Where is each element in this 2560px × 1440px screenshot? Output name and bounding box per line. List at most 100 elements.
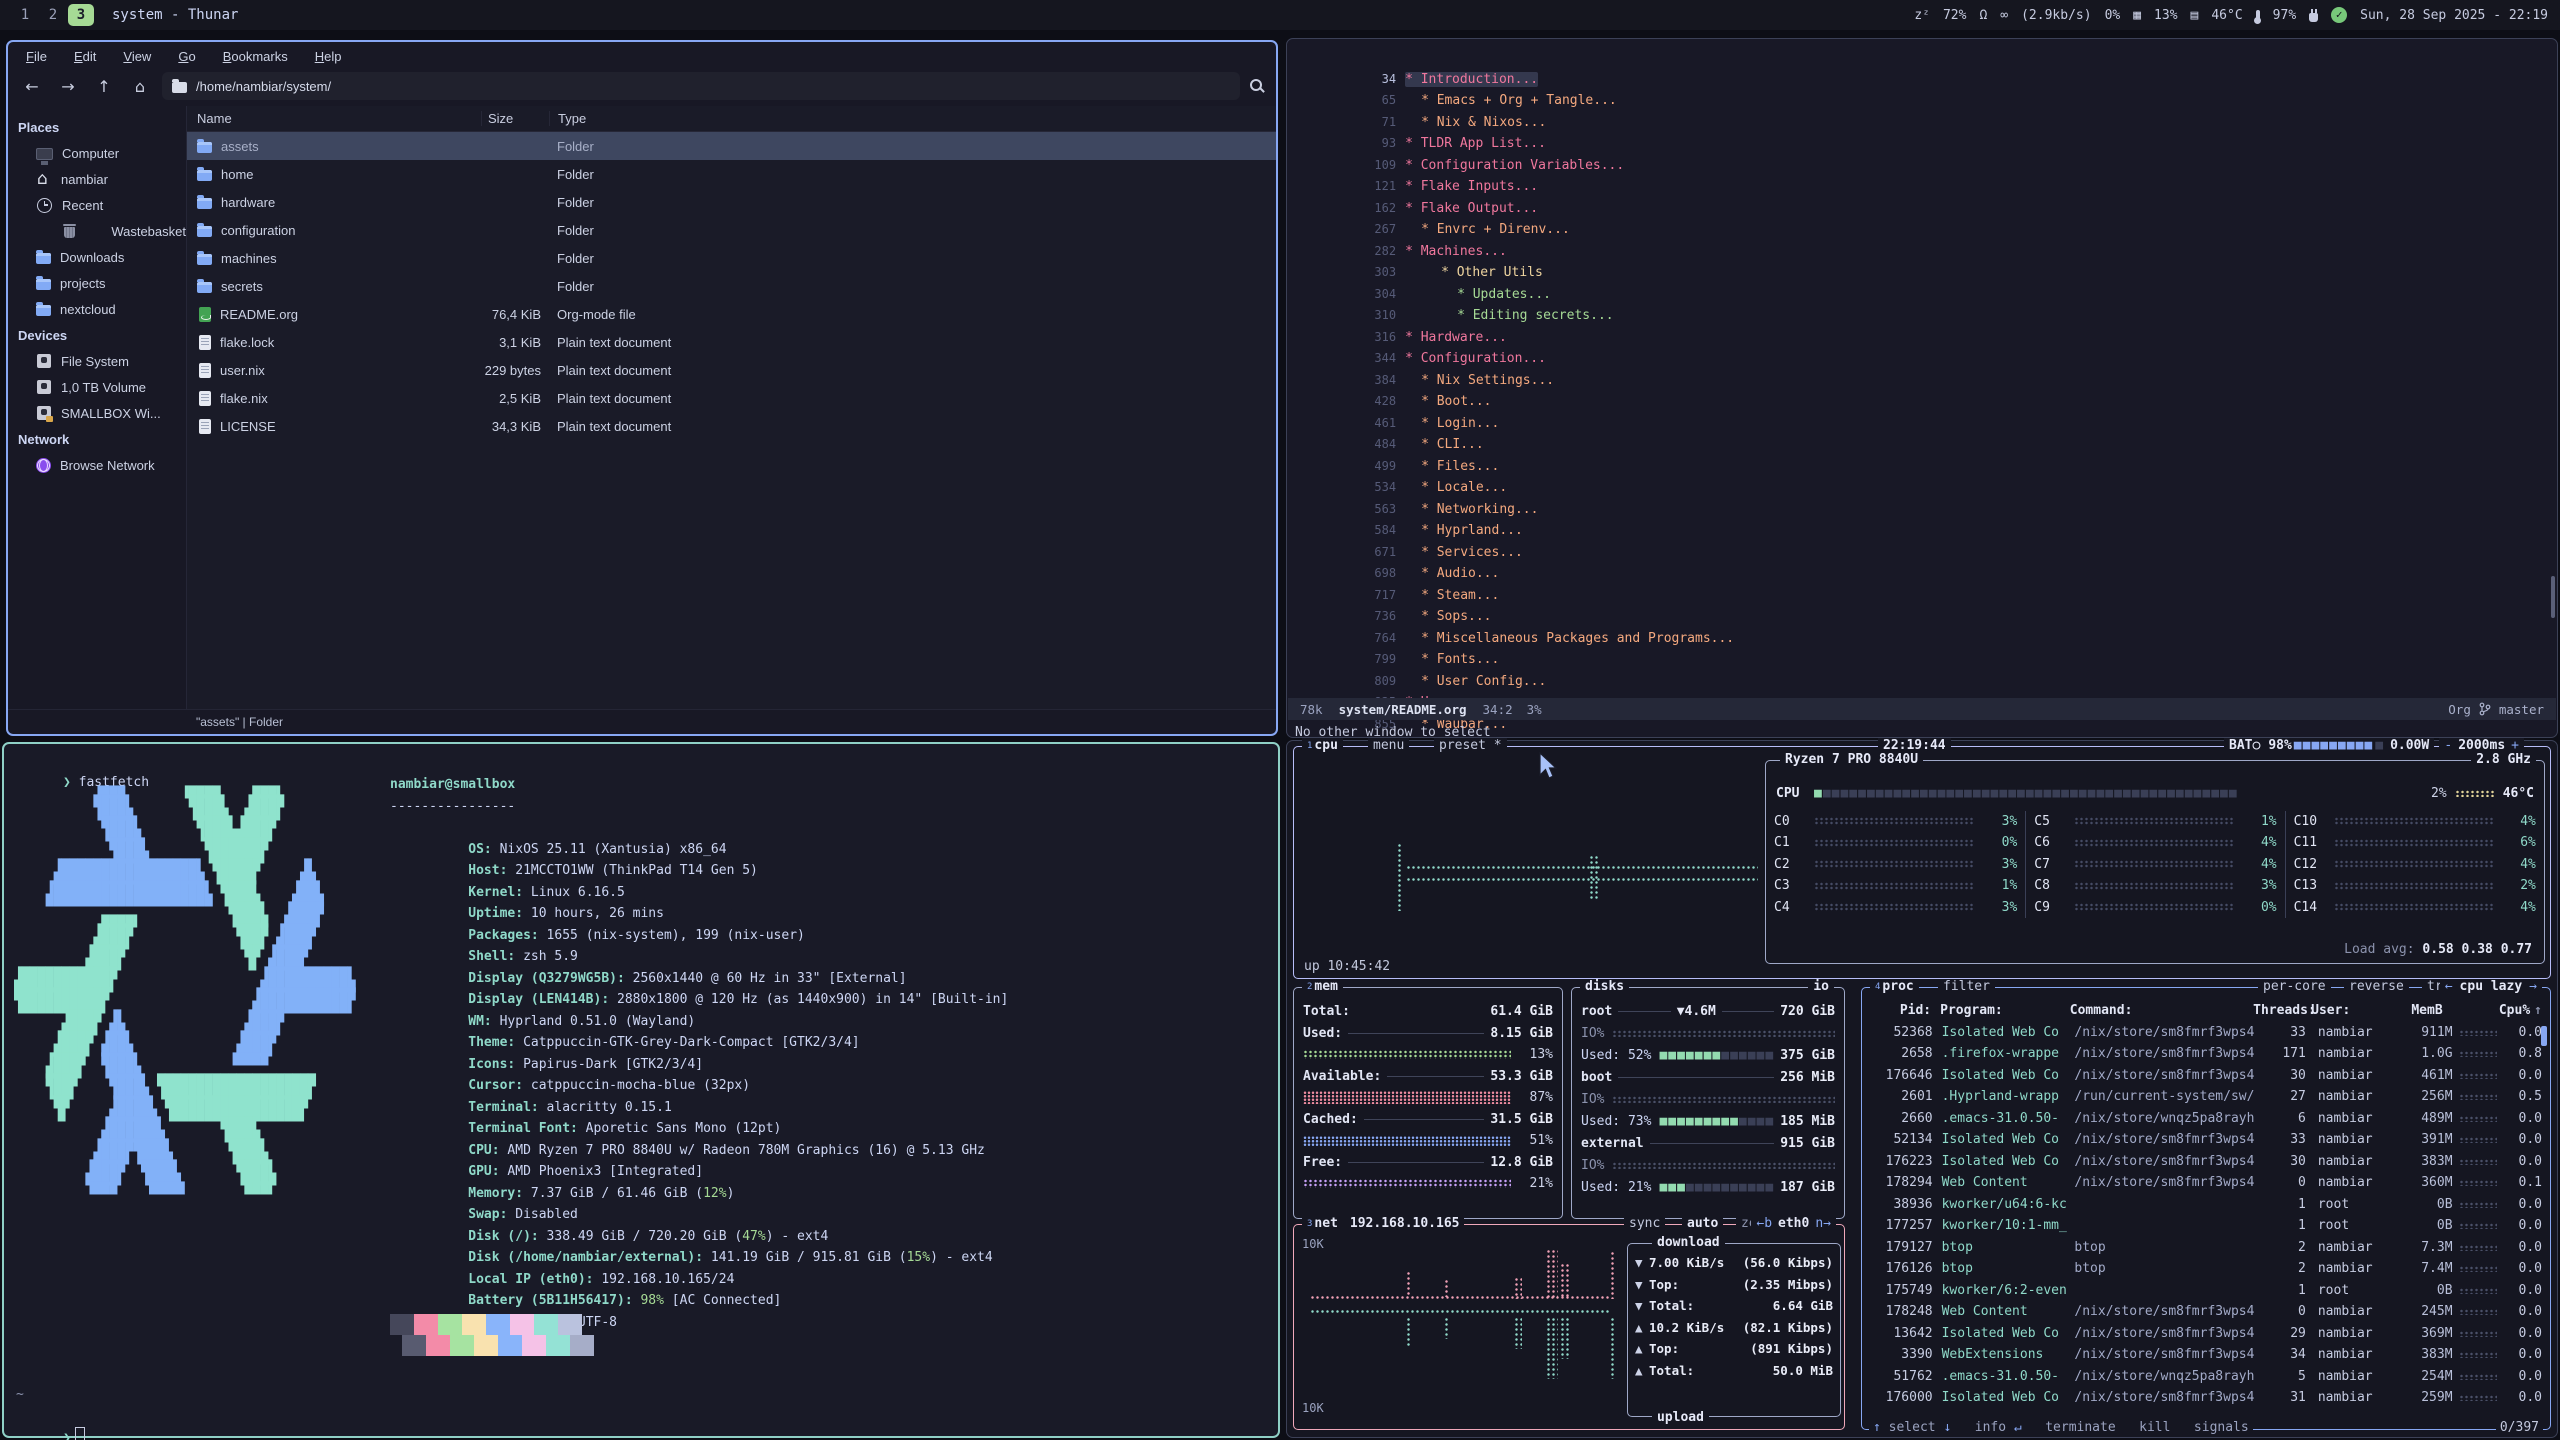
up-button[interactable]: ↑ xyxy=(90,77,118,96)
net-interface-switch[interactable]: ←beth0n→ xyxy=(1751,1216,1836,1231)
file-row[interactable]: README.org 76,4 KiB Org-mode file xyxy=(187,300,1276,328)
sidebar-item-label: Wastebasket xyxy=(111,224,186,239)
file-row[interactable]: LICENSE 34,3 KiB Plain text document xyxy=(187,412,1276,440)
proc-row[interactable]: 51762 .emacs-31.0.50- /nix/store/wnqz5pa… xyxy=(1862,1366,2550,1388)
back-button[interactable]: ← xyxy=(18,77,46,96)
sort-selector[interactable]: ←cpu lazy→ xyxy=(2440,979,2542,994)
mem-tab[interactable]: 2mem xyxy=(1302,979,1343,994)
sidebar-item[interactable]: nextcloud xyxy=(8,296,186,322)
location-bar[interactable]: /home/nambiar/system/ xyxy=(162,72,1240,100)
proc-row[interactable]: 176646 Isolated Web Co /nix/store/sm8fmr… xyxy=(1862,1065,2550,1087)
sidebar-item[interactable]: Devices xyxy=(8,322,186,348)
line-number: 93 xyxy=(1368,133,1396,155)
focused-window-title: system - Thunar xyxy=(112,7,238,23)
file-row[interactable]: assets Folder xyxy=(187,132,1276,160)
file-row[interactable]: configuration Folder xyxy=(187,216,1276,244)
scroll-up-arrow[interactable]: ↑ xyxy=(2534,1003,2542,1018)
update-interval[interactable]: -2000ms+ xyxy=(2439,738,2524,753)
sidebar-item[interactable]: Recent xyxy=(8,192,186,218)
proc-row[interactable]: 2658 .firefox-wrappe /nix/store/sm8fmrf3… xyxy=(1862,1043,2550,1065)
proc-row[interactable]: 13642 Isolated Web Co /nix/store/sm8fmrf… xyxy=(1862,1323,2550,1345)
proc-row[interactable]: 178294 Web Content /nix/store/sm8fmrf3wp… xyxy=(1862,1172,2550,1194)
sidebar-item[interactable]: 1,0 TB Volume xyxy=(8,374,186,400)
sidebar-item[interactable]: Computer xyxy=(8,140,186,166)
proc-scrollbar-thumb[interactable] xyxy=(2541,1026,2547,1046)
proc-row[interactable]: 2660 .emacs-31.0.50- /nix/store/wnqz5pa8… xyxy=(1862,1108,2550,1130)
home-button[interactable]: ⌂ xyxy=(126,77,154,96)
file-row[interactable]: secrets Folder xyxy=(187,272,1276,300)
column-type[interactable]: Type xyxy=(549,111,1276,126)
menu-item[interactable]: Edit xyxy=(74,49,96,64)
cpu-frequency: 2.8 GHz xyxy=(2471,752,2536,767)
proc-row[interactable]: 52134 Isolated Web Co /nix/store/sm8fmrf… xyxy=(1862,1129,2550,1151)
menu-item[interactable]: Help xyxy=(315,49,342,64)
proc-row[interactable]: 179127 btop btop 2 nambiar 7.3M 0.0 xyxy=(1862,1237,2550,1259)
cwd-line: ~ xyxy=(16,1384,24,1406)
idle-inhibit-icon[interactable]: zᶻ xyxy=(1914,8,1930,23)
menu-item[interactable]: File xyxy=(26,49,47,64)
line-number: 282 xyxy=(1368,241,1396,263)
proc-row[interactable]: 178248 Web Content /nix/store/sm8fmrf3wp… xyxy=(1862,1301,2550,1323)
sidebar-item[interactable]: nambiar xyxy=(8,166,186,192)
workspace-1[interactable]: 1 xyxy=(12,4,38,26)
proc-row[interactable]: 176126 btop btop 2 nambiar 7.4M 0.0 xyxy=(1862,1258,2550,1280)
file-row[interactable]: flake.nix 2,5 KiB Plain text document xyxy=(187,384,1276,412)
sidebar-item[interactable]: Downloads xyxy=(8,244,186,270)
menu-tab[interactable]: menu xyxy=(1368,738,1409,753)
sidebar-item[interactable]: projects xyxy=(8,270,186,296)
preset-tab[interactable]: preset * xyxy=(1434,738,1507,753)
proc-tab[interactable]: 4proc xyxy=(1870,979,1919,994)
net-auto-tab[interactable]: auto xyxy=(1682,1216,1723,1231)
reverse-toggle[interactable]: reverse xyxy=(2344,979,2409,994)
sidebar-item[interactable]: Wastebasket xyxy=(8,218,186,244)
file-row[interactable]: flake.lock 3,1 KiB Plain text document xyxy=(187,328,1276,356)
network-link-icon[interactable]: ∞ xyxy=(2000,8,2008,23)
proc-row[interactable]: 3390 WebExtensions /nix/store/sm8fmrf3wp… xyxy=(1862,1344,2550,1366)
headphones-icon[interactable]: Ω xyxy=(1979,8,1987,23)
workspace-2[interactable]: 2 xyxy=(40,4,66,26)
location-folder-icon xyxy=(172,82,187,93)
cpu-tab[interactable]: 1cpu xyxy=(1302,738,1343,753)
menu-item[interactable]: View xyxy=(123,49,151,64)
buffer-size: 78k xyxy=(1300,702,1323,717)
disks-tab[interactable]: disks xyxy=(1580,979,1629,994)
disks-io-tab[interactable]: io xyxy=(1808,979,1834,994)
sidebar-item[interactable]: Network xyxy=(8,426,186,452)
proc-row[interactable]: 176223 Isolated Web Co /nix/store/sm8fmr… xyxy=(1862,1151,2550,1173)
workspace-3-active[interactable]: 3 xyxy=(68,4,94,26)
file-row[interactable]: hardware Folder xyxy=(187,188,1276,216)
file-row[interactable]: user.nix 229 bytes Plain text document xyxy=(187,356,1276,384)
proc-row[interactable]: 2601 .Hyprland-wrapp /run/current-system… xyxy=(1862,1086,2550,1108)
sidebar-item[interactable]: SMALLBOX Wi... xyxy=(8,400,186,426)
file-row[interactable]: home Folder xyxy=(187,160,1276,188)
proc-row[interactable]: 176000 Isolated Web Co /nix/store/sm8fmr… xyxy=(1862,1387,2550,1409)
per-core-toggle[interactable]: per-core xyxy=(2258,979,2331,994)
sidebar-item[interactable]: Places xyxy=(8,114,186,140)
core-row: C51% xyxy=(2034,811,2276,833)
btop-footer-keys[interactable]: ↑ select ↓ info ↵ terminate kill signals xyxy=(1869,1420,2253,1435)
sidebar-item[interactable]: Browse Network xyxy=(8,452,186,478)
palette-swatch xyxy=(438,1314,462,1335)
file-row[interactable]: machines Folder xyxy=(187,244,1276,272)
proc-row[interactable]: 52368 Isolated Web Co /nix/store/sm8fmrf… xyxy=(1862,1022,2550,1044)
net-sync-tab[interactable]: sync xyxy=(1624,1216,1665,1231)
menu-item[interactable]: Bookmarks xyxy=(223,49,288,64)
proc-rows: 52368 Isolated Web Co /nix/store/sm8fmrf… xyxy=(1862,1022,2550,1409)
emacs-scrollbar-thumb[interactable] xyxy=(2551,576,2555,618)
column-size[interactable]: Size xyxy=(481,111,549,126)
proc-row[interactable]: 177257 kworker/10:1-mm_ 1 root 0B 0.0 xyxy=(1862,1215,2550,1237)
line-number: 304 xyxy=(1368,284,1396,306)
nixos-logo: ▗▄▄▄ ▗▄▄▄▄ ▄▄▄▖ ▜███▙ ▜███▙ ▟███▛ ▜███▙ … xyxy=(14,776,356,1206)
forward-button[interactable]: → xyxy=(54,77,82,96)
org-outline-line[interactable]: 34* Introduction... xyxy=(1291,45,2549,67)
net-tab[interactable]: 3net 192.168.10.165 xyxy=(1302,1216,1464,1231)
current-path[interactable]: /home/nambiar/system/ xyxy=(196,79,331,94)
sidebar-item[interactable]: File System xyxy=(8,348,186,374)
shell-prompt[interactable]: ❯ xyxy=(16,1405,85,1440)
proc-row[interactable]: 175749 kworker/6:2-even 1 root 0B 0.0 xyxy=(1862,1280,2550,1302)
proc-row[interactable]: 38936 kworker/u64:6-kc 1 root 0B 0.0 xyxy=(1862,1194,2550,1216)
menu-item[interactable]: Go xyxy=(178,49,195,64)
filter-button[interactable]: filter xyxy=(1938,979,1995,994)
column-name[interactable]: Name xyxy=(187,111,481,126)
search-icon[interactable] xyxy=(1248,77,1266,95)
